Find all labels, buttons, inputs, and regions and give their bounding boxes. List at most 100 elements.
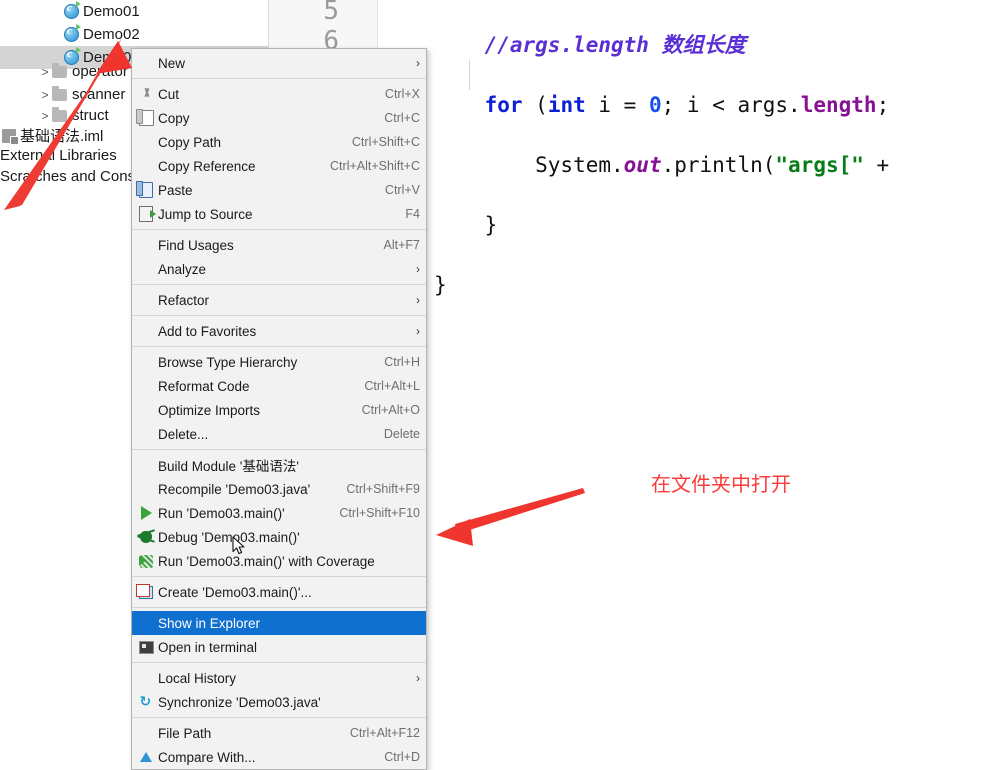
code-comment: //args.length 数组长度 — [484, 33, 746, 57]
menu-item-label: Add to Favorites — [158, 323, 257, 339]
menu-item-label: Reformat Code — [158, 378, 250, 394]
menu-item-analyze[interactable]: Analyze › — [132, 257, 426, 281]
menu-separator — [132, 662, 426, 663]
menu-separator — [132, 717, 426, 718]
folder-icon — [52, 106, 67, 122]
menu-separator — [132, 607, 426, 608]
annotation-note: 在文件夹中打开 — [651, 472, 791, 496]
menu-item-compare-with[interactable]: Compare With... Ctrl+D — [132, 745, 426, 769]
chevron-right-icon[interactable]: > — [38, 88, 52, 102]
menu-separator — [132, 284, 426, 285]
menu-item-show-in-explorer[interactable]: Show in Explorer — [132, 611, 426, 635]
menu-item-accel: Ctrl+Shift+F10 — [339, 506, 420, 520]
code-content: //args.length 数组长度 for (int i = 0; i < a… — [434, 0, 889, 360]
tree-item-demo01[interactable]: Demo01 — [0, 0, 268, 23]
closing-brace: } — [434, 273, 447, 297]
tree-item-label: scanner — [72, 86, 126, 103]
menu-item-file-path[interactable]: File Path Ctrl+Alt+F12 — [132, 721, 426, 745]
menu-item-cut[interactable]: Cut Ctrl+X — [132, 82, 426, 106]
menu-item-accel: Ctrl+Alt+L — [364, 379, 420, 393]
menu-item-label: Synchronize 'Demo03.java' — [158, 694, 321, 710]
tree-item-label: Demo01 — [83, 3, 140, 20]
synchronize-icon: ↻ — [139, 693, 152, 710]
submenu-chevron-icon: › — [416, 324, 420, 338]
menu-item-label: File Path — [158, 725, 212, 741]
code-line-close-inner: } — [434, 210, 889, 240]
menu-item-copy-reference[interactable]: Copy Reference Ctrl+Alt+Shift+C — [132, 154, 426, 178]
menu-item-label: Analyze — [158, 261, 207, 277]
tree-item-demo02[interactable]: Demo02 — [0, 23, 268, 46]
submenu-chevron-icon: › — [416, 293, 420, 307]
menu-separator — [132, 449, 426, 450]
menu-item-browse-type-hierarchy[interactable]: Browse Type Hierarchy Ctrl+H — [132, 350, 426, 374]
menu-item-delete[interactable]: Delete... Delete — [132, 422, 426, 446]
menu-item-local-history[interactable]: Local History › — [132, 666, 426, 690]
menu-item-optimize-imports[interactable]: Optimize Imports Ctrl+Alt+O — [132, 398, 426, 422]
code-editor[interactable]: //args.length 数组长度 for (int i = 0; i < a… — [428, 0, 992, 652]
menu-item-accel: Ctrl+Alt+Shift+C — [330, 159, 420, 173]
mouse-cursor-icon — [232, 536, 245, 555]
menu-item-copy-path[interactable]: Copy Path Ctrl+Shift+C — [132, 130, 426, 154]
menu-item-refactor[interactable]: Refactor › — [132, 288, 426, 312]
menu-item-label: Run 'Demo03.main()' with Coverage — [158, 553, 375, 569]
menu-item-accel: Ctrl+D — [384, 750, 420, 764]
menu-item-accel: Ctrl+X — [384, 87, 420, 101]
folder-icon — [52, 85, 67, 101]
menu-item-label: Copy Path — [158, 134, 222, 150]
menu-item-label: Find Usages — [158, 237, 234, 253]
menu-item-new[interactable]: New › — [132, 51, 426, 75]
menu-item-debug-main[interactable]: Debug 'Demo03.main()' — [132, 525, 426, 549]
closing-brace: } — [484, 213, 498, 237]
menu-item-label: Debug 'Demo03.main()' — [158, 529, 300, 545]
paste-icon — [136, 181, 156, 198]
tree-item-label: Demo02 — [83, 26, 140, 43]
menu-item-add-to-favorites[interactable]: Add to Favorites › — [132, 319, 426, 343]
java-class-icon — [64, 24, 81, 42]
menu-item-label: Paste — [158, 182, 193, 198]
screenshot-root: Demo01 Demo02 Demo03 > operator > scanne… — [0, 0, 992, 770]
menu-item-find-usages[interactable]: Find Usages Alt+F7 — [132, 233, 426, 257]
menu-item-label: Refactor — [158, 292, 210, 308]
menu-item-synchronize[interactable]: ↻ Synchronize 'Demo03.java' — [132, 690, 426, 714]
chevron-right-icon[interactable]: > — [38, 65, 52, 79]
menu-item-jump-to-source[interactable]: Jump to Source F4 — [132, 202, 426, 226]
menu-item-label: Delete... — [158, 426, 209, 442]
editor-gutter: 5 6 — [268, 0, 378, 56]
menu-item-label: Browse Type Hierarchy — [158, 354, 298, 370]
menu-item-open-in-terminal[interactable]: Open in terminal — [132, 635, 426, 659]
menu-item-accel: F4 — [405, 207, 420, 221]
menu-item-copy[interactable]: Copy Ctrl+C — [132, 106, 426, 130]
menu-item-label: Local History — [158, 670, 237, 686]
menu-item-accel: Ctrl+Alt+F12 — [349, 726, 420, 740]
menu-item-run-with-coverage[interactable]: Run 'Demo03.main()' with Coverage — [132, 549, 426, 573]
menu-item-recompile[interactable]: Recompile 'Demo03.java' Ctrl+Shift+F9 — [132, 477, 426, 501]
menu-item-reformat-code[interactable]: Reformat Code Ctrl+Alt+L — [132, 374, 426, 398]
java-class-icon — [64, 1, 81, 19]
menu-item-label: Recompile 'Demo03.java' — [158, 481, 311, 497]
iml-file-icon — [2, 128, 19, 145]
compare-icon — [136, 752, 156, 762]
menu-item-label: Show in Explorer — [158, 615, 261, 631]
menu-item-create-run-config[interactable]: Create 'Demo03.main()'... — [132, 580, 426, 604]
tree-item-label: operator — [72, 63, 128, 80]
menu-item-accel: Ctrl+V — [384, 183, 420, 197]
menu-item-label: New — [158, 55, 186, 71]
tree-item-label: 基础语法.iml — [20, 128, 104, 145]
code-line-println: System.out.println("args[" + — [434, 153, 890, 177]
menu-item-label: Create 'Demo03.main()'... — [158, 584, 312, 600]
menu-item-label: Cut — [158, 86, 180, 102]
menu-separator — [132, 315, 426, 316]
menu-item-label: Copy Reference — [158, 158, 256, 174]
menu-item-run-main[interactable]: Run 'Demo03.main()' Ctrl+Shift+F10 — [132, 501, 426, 525]
menu-item-label: Jump to Source — [158, 206, 253, 222]
menu-item-build-module[interactable]: Build Module '基础语法' — [132, 453, 426, 477]
context-menu[interactable]: New › Cut Ctrl+X Copy Ctrl+C Copy Path C… — [131, 48, 427, 770]
menu-separator — [132, 229, 426, 230]
chevron-right-icon[interactable]: > — [38, 109, 52, 123]
menu-item-label: Copy — [158, 110, 190, 126]
folder-icon — [52, 62, 67, 78]
submenu-chevron-icon: › — [416, 262, 420, 276]
menu-item-label: Run 'Demo03.main()' — [158, 505, 285, 521]
menu-item-paste[interactable]: Paste Ctrl+V — [132, 178, 426, 202]
cut-icon — [136, 88, 156, 101]
